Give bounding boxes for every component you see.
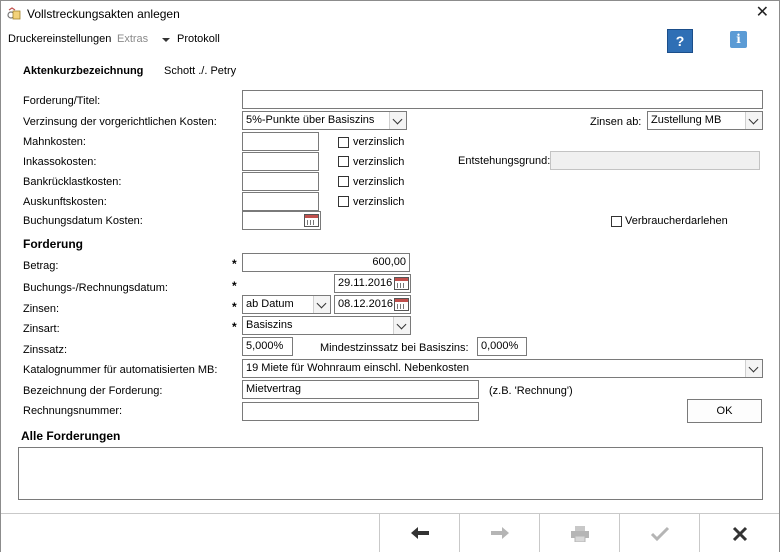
help-icon[interactable]: ?: [667, 29, 693, 53]
chevron-down-icon[interactable]: [313, 296, 330, 313]
bankruecklast-input[interactable]: [242, 172, 319, 191]
inkassokosten-label: Inkassokosten:: [23, 156, 97, 168]
forderung-titel-label: Forderung/Titel:: [23, 95, 101, 107]
bankruecklast-verzinslich-checkbox[interactable]: [338, 176, 349, 187]
title-bar: Vollstreckungsakten anlegen ✕: [1, 1, 779, 27]
required-mark: *: [232, 279, 237, 293]
menu-protokoll[interactable]: Protokoll: [177, 33, 220, 45]
zinsen-mode-value: ab Datum: [246, 298, 294, 310]
menu-extras[interactable]: Extras: [117, 33, 148, 45]
info-icon[interactable]: i: [730, 31, 747, 48]
close-icon[interactable]: ✕: [756, 4, 769, 22]
inkassokosten-verzinslich-checkbox[interactable]: [338, 156, 349, 167]
auskunft-input[interactable]: [242, 192, 319, 211]
verzinslich-label: verzinslich: [353, 136, 405, 148]
checkmark-icon: [650, 526, 670, 542]
print-icon: [571, 526, 589, 542]
bezeichnung-hint: (z.B. 'Rechnung'): [489, 385, 573, 397]
verzinsung-select[interactable]: 5%-Punkte über Basiszins: [242, 111, 407, 130]
zinsart-select[interactable]: Basiszins: [242, 316, 411, 335]
betrag-label: Betrag:: [23, 260, 59, 272]
verzinslich-label: verzinslich: [353, 156, 405, 168]
required-mark: *: [232, 320, 237, 334]
verzinsung-value: 5%-Punkte über Basiszins: [246, 114, 375, 126]
verzinslich-label: verzinslich: [353, 176, 405, 188]
calendar-icon[interactable]: [394, 298, 409, 311]
forward-arrow-icon: [491, 527, 509, 539]
ok-button[interactable]: OK: [687, 399, 762, 423]
zinsart-value: Basiszins: [246, 319, 293, 331]
menu-druckereinstellungen[interactable]: Druckereinstellungen: [8, 33, 111, 45]
bezeichnung-label: Bezeichnung der Forderung:: [23, 385, 163, 397]
menu-bar: Druckereinstellungen Extras Protokoll: [1, 29, 779, 55]
zinssatz-label: Zinssatz:: [23, 344, 68, 356]
zinsart-label: Zinsart:: [23, 323, 60, 335]
dialog-window: Vollstreckungsakten anlegen ✕ Druckerein…: [0, 0, 780, 552]
entstehungsgrund-input: [550, 151, 760, 170]
bankruecklast-label: Bankrücklastkosten:: [23, 176, 122, 188]
forderung-section-title: Forderung: [23, 237, 83, 251]
app-icon: [7, 7, 21, 20]
buchungsdatum-kosten-label: Buchungsdatum Kosten:: [23, 215, 143, 227]
katalognummer-value: 19 Miete für Wohnraum einschl. Nebenkost…: [246, 362, 469, 374]
rechnungsnummer-input[interactable]: [242, 402, 479, 421]
footer-toolbar: [1, 513, 779, 552]
zinsen-ab-value: Zustellung MB: [651, 114, 722, 126]
zinsen-label: Zinsen:: [23, 303, 60, 315]
verbraucherdarlehen-label: Verbraucherdarlehen: [625, 215, 728, 227]
aktenkurzbezeichnung-label: Aktenkurzbezeichnung: [23, 65, 144, 77]
required-mark: *: [232, 257, 237, 271]
forderung-titel-input[interactable]: [242, 90, 763, 109]
confirm-button[interactable]: [619, 514, 699, 552]
zinssatz-input[interactable]: 5,000%: [242, 337, 293, 356]
chevron-down-icon[interactable]: [745, 112, 762, 129]
zinsen-ab-label: Zinsen ab:: [590, 116, 642, 128]
betrag-input[interactable]: 600,00: [242, 253, 410, 272]
zinsen-mode-select[interactable]: ab Datum: [242, 295, 331, 314]
chevron-down-icon[interactable]: [393, 317, 410, 334]
back-button[interactable]: [379, 514, 459, 552]
buchungsdatum-label: Buchungs-/Rechnungsdatum:: [23, 282, 168, 294]
auskunft-verzinslich-checkbox[interactable]: [338, 196, 349, 207]
verzinslich-label: verzinslich: [353, 196, 405, 208]
katalognummer-label: Katalognummer für automatisierten MB:: [23, 364, 218, 376]
zinsen-ab-select[interactable]: Zustellung MB: [647, 111, 763, 130]
katalognummer-select[interactable]: 19 Miete für Wohnraum einschl. Nebenkost…: [242, 359, 763, 378]
cancel-x-icon: [732, 526, 748, 542]
entstehungsgrund-label: Entstehungsgrund:: [458, 155, 551, 167]
calendar-icon[interactable]: [304, 214, 319, 227]
mahnkosten-verzinslich-checkbox[interactable]: [338, 137, 349, 148]
chevron-down-icon[interactable]: [745, 360, 762, 377]
chevron-down-icon[interactable]: [162, 38, 170, 42]
rechnungsnummer-label: Rechnungsnummer:: [23, 405, 123, 417]
mindestzinssatz-input[interactable]: 0,000%: [477, 337, 527, 356]
auskunft-label: Auskunftskosten:: [23, 196, 107, 208]
calendar-icon[interactable]: [394, 277, 409, 290]
inkassokosten-input[interactable]: [242, 152, 319, 171]
alle-forderungen-list[interactable]: [18, 447, 763, 500]
mahnkosten-label: Mahnkosten:: [23, 136, 86, 148]
alle-forderungen-title: Alle Forderungen: [21, 429, 121, 443]
window-title: Vollstreckungsakten anlegen: [27, 7, 180, 21]
verzinsung-label: Verzinsung der vorgerichtlichen Kosten:: [23, 116, 217, 128]
mahnkosten-input[interactable]: [242, 132, 319, 151]
cancel-button[interactable]: [699, 514, 779, 552]
mindestzinssatz-label: Mindestzinssatz bei Basiszins:: [320, 342, 469, 354]
forward-button[interactable]: [459, 514, 539, 552]
verbraucherdarlehen-checkbox[interactable]: [611, 216, 622, 227]
back-arrow-icon: [411, 527, 429, 539]
required-mark: *: [232, 300, 237, 314]
bezeichnung-input[interactable]: Mietvertrag: [242, 380, 479, 399]
print-button[interactable]: [539, 514, 619, 552]
chevron-down-icon[interactable]: [389, 112, 406, 129]
aktenkurzbezeichnung-value: Schott ./. Petry: [164, 65, 237, 77]
